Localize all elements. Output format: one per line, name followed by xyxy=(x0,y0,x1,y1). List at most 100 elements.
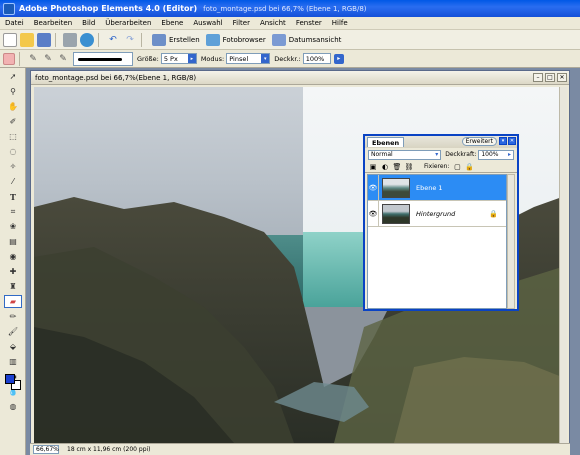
layer-thumbnail xyxy=(382,177,410,198)
undo-icon[interactable]: ↶ xyxy=(106,33,120,47)
menu-bearbeiten[interactable]: Bearbeiten xyxy=(29,19,77,27)
new-layer-icon[interactable]: ▣ xyxy=(368,162,378,171)
minimize-icon[interactable]: – xyxy=(533,73,543,82)
save-icon[interactable] xyxy=(37,32,51,47)
marquee-tool-icon[interactable]: ⬚ xyxy=(4,130,22,143)
menu-auswahl[interactable]: Auswahl xyxy=(188,19,227,27)
eraser-tool-icon[interactable]: ▰ xyxy=(4,295,22,308)
zoom-tool-icon[interactable]: ⚲ xyxy=(4,85,22,98)
eraser-variant-3-icon[interactable]: ✎ xyxy=(57,53,69,65)
lock-all-icon[interactable]: 🔒 xyxy=(464,162,474,171)
layer-row-hintergrund[interactable]: 👁 Hintergrund 🔒 xyxy=(368,200,506,227)
visibility-eye-icon[interactable]: 👁 xyxy=(368,200,379,227)
new-file-icon[interactable] xyxy=(3,32,17,47)
pencil-tool-icon[interactable]: ✏ xyxy=(4,310,22,323)
paint-bucket-tool-icon[interactable]: ⬙ xyxy=(4,340,22,353)
palette-menu-icon[interactable]: ▾ xyxy=(499,137,507,145)
straighten-tool-icon[interactable]: ▤ xyxy=(4,235,22,248)
menu-hilfe[interactable]: Hilfe xyxy=(327,19,353,27)
lock-label: Fixieren: xyxy=(424,163,450,170)
lasso-tool-icon[interactable]: ◌ xyxy=(4,145,22,158)
gradient-tool-icon[interactable]: ▥ xyxy=(4,355,22,368)
blend-mode-select[interactable]: Normal ▾ xyxy=(368,149,442,160)
chevron-right-icon[interactable]: ▸ xyxy=(506,151,513,159)
layers-title-bar[interactable]: Ebenen Erweitert ▾ ✕ xyxy=(365,136,517,148)
calendar-icon xyxy=(271,33,286,46)
chevron-right-icon[interactable]: ▸ xyxy=(187,54,196,63)
date-view-button[interactable]: Datumsansicht xyxy=(271,32,341,48)
toolbox: ➚ ⚲ ✋ ✐ ⬚ ◌ ✧ ⁄ T ⌗ ❀ ▤ ◉ ✚ ♜ ▰ ✏ 🖌 ⬙ ▥ … xyxy=(0,68,26,455)
clone-stamp-tool-icon[interactable]: ♜ xyxy=(4,280,22,293)
separator xyxy=(141,32,142,47)
foreground-color-swatch[interactable] xyxy=(5,374,15,384)
selection-brush-tool-icon[interactable]: ⁄ xyxy=(4,175,22,188)
mode-select[interactable]: Pinsel ▾ xyxy=(226,53,271,64)
link-icon[interactable]: ⛓ xyxy=(404,162,414,171)
online-print-icon[interactable] xyxy=(80,32,94,47)
crop-tool-icon[interactable]: ⌗ xyxy=(4,205,22,218)
document-info: 18 cm x 11,96 cm (200 ppi) xyxy=(67,446,151,453)
visibility-eye-icon[interactable]: 👁 xyxy=(368,174,379,201)
opacity-value: 100% xyxy=(305,54,325,63)
red-eye-tool-icon[interactable]: ◉ xyxy=(4,250,22,263)
menu-filter[interactable]: Filter xyxy=(228,19,255,27)
chevron-down-icon[interactable]: ▾ xyxy=(261,54,270,63)
chevron-down-icon[interactable]: ▾ xyxy=(433,151,440,159)
open-folder-icon[interactable] xyxy=(20,32,34,47)
lock-icon: 🔒 xyxy=(489,209,498,218)
layer-name: Ebene 1 xyxy=(416,183,443,192)
eraser-variant-2-icon[interactable]: ✎ xyxy=(42,53,54,65)
layer-blend-row: Normal ▾ Deckkraft: 100% ▸ xyxy=(365,148,517,161)
layer-list: 👁 Ebene 1 👁 Hintergrund 🔒 xyxy=(367,174,507,309)
menu-bar: Datei Bearbeiten Bild Überarbeiten Ebene… xyxy=(0,17,580,30)
shortcuts-bar: ↶ ↷ Erstellen Fotobrowser Datumsansicht xyxy=(0,30,580,50)
type-tool-icon[interactable]: T xyxy=(4,190,22,203)
size-value: 5 Px xyxy=(163,54,178,63)
menu-datei[interactable]: Datei xyxy=(0,19,29,27)
move-tool-icon[interactable]: ➚ xyxy=(4,70,22,83)
size-label: Größe: xyxy=(137,54,159,63)
brush-tool-icon[interactable]: 🖌 xyxy=(4,325,22,338)
more-button[interactable]: Erweitert xyxy=(461,137,497,146)
photo-browser-button[interactable]: Fotobrowser xyxy=(205,32,266,48)
sponge-tool-icon[interactable]: ◍ xyxy=(4,400,22,413)
app-icon xyxy=(3,2,15,15)
eraser-tool-icon[interactable] xyxy=(3,52,15,65)
redo-icon[interactable]: ↷ xyxy=(123,33,137,47)
opacity-field[interactable]: 100% xyxy=(302,53,331,64)
document-title-bar[interactable]: foto_montage.psd bei 66,7%(Ebene 1, RGB/… xyxy=(31,71,569,85)
eraser-variant-1-icon[interactable]: ✎ xyxy=(27,53,39,65)
size-field[interactable]: 5 Px ▸ xyxy=(160,53,197,64)
eyedropper-tool-icon[interactable]: ✐ xyxy=(4,115,22,128)
cookie-cutter-tool-icon[interactable]: ❀ xyxy=(4,220,22,233)
layer-opacity-field[interactable]: 100% ▸ xyxy=(478,149,514,160)
maximize-icon[interactable]: □ xyxy=(545,73,555,82)
close-icon[interactable]: ✕ xyxy=(557,73,567,82)
vertical-scrollbar[interactable] xyxy=(559,87,567,443)
layer-list-scrollbar[interactable] xyxy=(507,174,515,309)
layer-row-ebene-1[interactable]: 👁 Ebene 1 xyxy=(368,174,506,201)
brush-preview-dropdown[interactable] xyxy=(73,51,133,66)
separator xyxy=(19,51,20,66)
mode-value: Pinsel xyxy=(229,54,249,63)
palette-close-icon[interactable]: ✕ xyxy=(508,137,516,145)
menu-fenster[interactable]: Fenster xyxy=(291,19,327,27)
layer-opacity-value: 100% xyxy=(481,151,499,158)
zoom-field[interactable]: 66,67% xyxy=(33,445,59,454)
hand-tool-icon[interactable]: ✋ xyxy=(4,100,22,113)
adjustment-layer-icon[interactable]: ◐ xyxy=(380,162,390,171)
magic-wand-tool-icon[interactable]: ✧ xyxy=(4,160,22,173)
window-doc-title: foto_montage.psd bei 66,7% (Ebene 1, RGB… xyxy=(203,4,367,13)
menu-bild[interactable]: Bild xyxy=(77,19,100,27)
menu-ebene[interactable]: Ebene xyxy=(156,19,188,27)
menu-ueberarbeiten[interactable]: Überarbeiten xyxy=(100,19,156,27)
healing-brush-tool-icon[interactable]: ✚ xyxy=(4,265,22,278)
opacity-slider-icon[interactable]: ▸ xyxy=(333,53,344,64)
trash-icon[interactable]: 🗑 xyxy=(392,162,402,171)
layers-palette: Ebenen Erweitert ▾ ✕ Normal ▾ Deckkraft:… xyxy=(363,134,519,311)
print-icon[interactable] xyxy=(63,32,77,47)
layers-tab[interactable]: Ebenen xyxy=(367,137,405,147)
lock-transparency-icon[interactable]: ▢ xyxy=(452,162,462,171)
create-button[interactable]: Erstellen xyxy=(152,32,200,48)
menu-ansicht[interactable]: Ansicht xyxy=(255,19,291,27)
